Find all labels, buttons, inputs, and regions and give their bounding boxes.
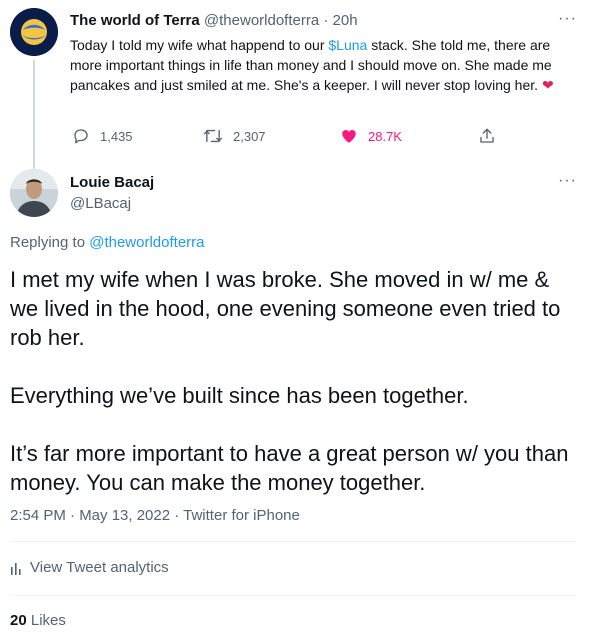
like-button[interactable]: 28.7K: [340, 127, 402, 145]
terra-logo-icon: [10, 8, 58, 56]
reply-handle[interactable]: @LBacaj: [70, 195, 131, 212]
share-button[interactable]: [478, 127, 496, 145]
like-count: 28.7K: [368, 128, 402, 144]
reply-paragraph-2: Everything we’ve built since has been to…: [10, 383, 469, 408]
parent-separator: ·: [319, 12, 333, 29]
reply-icon: [74, 129, 88, 144]
analytics-icon: [11, 562, 21, 575]
parent-tweet-text: Today I told my wife what happend to our…: [70, 35, 570, 95]
divider: [10, 541, 576, 542]
retweet-icon: [203, 129, 223, 143]
likes-count: 20: [10, 612, 27, 629]
retweet-button[interactable]: 2,307: [203, 127, 266, 145]
analytics-label: View Tweet analytics: [30, 559, 169, 576]
parent-display-name[interactable]: The world of Terra: [70, 12, 200, 29]
parent-text-before: Today I told my wife what happend to our: [70, 37, 329, 53]
reply-more-button[interactable]: ···: [558, 172, 577, 190]
reply-paragraph-3: It’s far more important to have a great …: [10, 441, 569, 495]
parent-more-button[interactable]: ···: [558, 10, 577, 28]
person-avatar-icon: [10, 169, 58, 217]
view-analytics-link[interactable]: View Tweet analytics: [10, 559, 169, 576]
likes-label: Likes: [30, 612, 66, 629]
louie-avatar[interactable]: [10, 169, 58, 217]
reply-paragraph-1: I met my wife when I was broke. She move…: [10, 267, 561, 350]
parent-time[interactable]: 20h: [333, 12, 358, 29]
replying-to-line: Replying to @theworldofterra: [10, 234, 205, 251]
terra-avatar[interactable]: [10, 8, 58, 56]
reply-button[interactable]: 1,435: [72, 127, 133, 145]
share-icon: [480, 128, 494, 143]
parent-tweet-header: The world of Terra @theworldofterra · 20…: [70, 12, 358, 29]
divider: [10, 595, 576, 596]
likes-summary[interactable]: 20 Likes: [10, 612, 66, 629]
like-icon: [342, 130, 356, 143]
reply-count: 1,435: [100, 128, 133, 144]
tweet-timestamp-source[interactable]: 2:54 PM · May 13, 2022 · Twitter for iPh…: [10, 507, 300, 524]
reply-display-name[interactable]: Louie Bacaj: [70, 174, 154, 191]
parent-handle[interactable]: @theworldofterra: [204, 12, 319, 29]
reply-tweet-text: I met my wife when I was broke. She move…: [10, 265, 580, 526]
retweet-count: 2,307: [233, 128, 266, 144]
red-heart-emoji: ❤: [541, 77, 554, 93]
replying-to-link[interactable]: @theworldofterra: [89, 234, 204, 251]
thread-line: [33, 60, 35, 170]
replying-prefix: Replying to: [10, 234, 90, 251]
luna-cashtag-link[interactable]: $Luna: [328, 37, 367, 53]
